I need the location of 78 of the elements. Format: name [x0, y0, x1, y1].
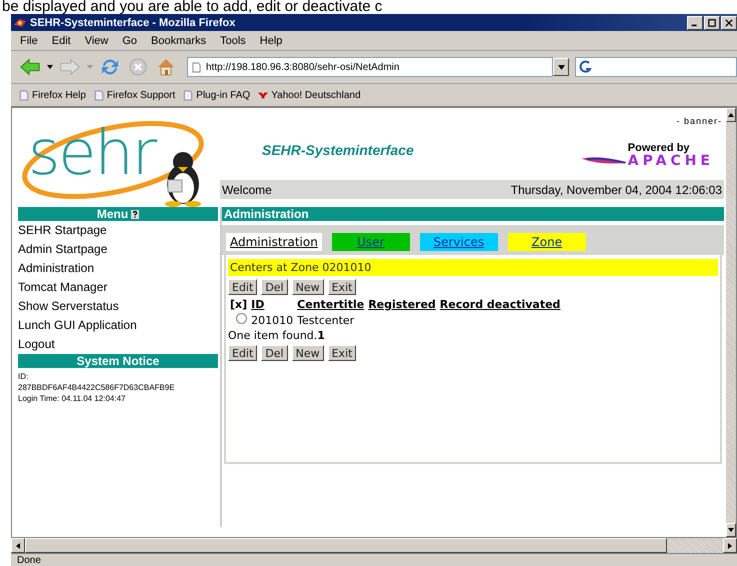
menu-link[interactable]: Tomcat Manager — [18, 278, 218, 297]
menu-link[interactable]: Lunch GUI Application — [18, 316, 218, 335]
column-header[interactable]: Record deactivated — [438, 297, 562, 312]
result-count: One item found.1 — [228, 329, 326, 342]
penguin-drawing — [165, 152, 201, 207]
action-button[interactable]: New — [292, 345, 324, 361]
help-icon[interactable] — [131, 210, 140, 218]
down-arrow-icon[interactable] — [728, 528, 734, 532]
y-logo-icon — [258, 90, 268, 100]
apache-logo: Powered by APACHE — [580, 142, 714, 168]
table-cell-text: Testcenter — [296, 312, 356, 328]
minimize-button[interactable] — [687, 16, 703, 30]
dropdown-button[interactable] — [553, 58, 569, 76]
page-icon — [19, 90, 29, 100]
column-header: [x] — [229, 297, 248, 312]
action-button[interactable]: Exit — [328, 345, 356, 361]
up-arrow-icon[interactable] — [728, 113, 734, 117]
action-button[interactable]: Edit — [228, 279, 258, 295]
address-field[interactable]: http://198.180.96.3:8080/sehr-osi/NetAdmin — [187, 57, 553, 77]
menu-item[interactable]: Edit — [44, 34, 78, 46]
date-time: Thursday, November 04, 2004 12:06:03 — [510, 182, 722, 196]
close-icon — [725, 18, 733, 26]
system-notice-header: System Notice — [18, 354, 218, 368]
menu-title: Menu — [96, 207, 128, 221]
page-icon — [94, 90, 104, 100]
column-header[interactable]: Centertitle — [295, 297, 366, 312]
page-icon — [192, 62, 201, 72]
action-button[interactable]: Edit — [228, 345, 258, 361]
menu-item[interactable]: File — [13, 34, 45, 46]
window-title: SEHR-Systeminterface - Mozilla Firefox — [30, 16, 236, 28]
maximize-icon — [708, 18, 716, 26]
menu-item[interactable]: Bookmarks — [144, 34, 214, 46]
menu-link[interactable]: Logout — [18, 335, 218, 354]
column-header[interactable]: ID — [249, 297, 296, 312]
banner-title: SEHR-Systeminterface — [262, 142, 414, 158]
search-field[interactable] — [575, 57, 737, 77]
login-time: Login Time: 04.11.04 12:04:47 — [18, 393, 126, 404]
bookmark-link[interactable]: Plug-in FAQ — [183, 90, 250, 100]
status-text: Done — [17, 555, 41, 566]
menu-link[interactable]: Admin Startpage — [18, 240, 218, 259]
right-arrow-icon[interactable] — [728, 542, 732, 548]
tab[interactable]: Zone — [508, 233, 586, 251]
action-button[interactable]: Del — [261, 279, 288, 295]
bookmark-link[interactable]: Firefox Support — [94, 90, 176, 100]
app-icon — [13, 16, 27, 28]
tab[interactable]: User — [332, 233, 410, 251]
bookmark-link[interactable]: Yahoo! Deutschland — [258, 90, 361, 100]
action-button[interactable]: New — [292, 279, 324, 295]
action-button[interactable]: Exit — [328, 279, 356, 295]
column-header[interactable]: Registered — [366, 297, 438, 312]
document-text: be displayed and you are able to add, edit or deactivate c — [1, 0, 384, 14]
maximize-button[interactable] — [704, 16, 720, 30]
dropdown-caret-icon[interactable] — [47, 65, 53, 69]
welcome-text: Welcome — [222, 182, 272, 196]
section-heading: Centers at Zone 0201010 — [228, 259, 718, 276]
action-button[interactable]: Del — [261, 345, 288, 361]
search-engine-icon — [579, 60, 593, 74]
back-arrow-icon[interactable] — [19, 57, 41, 77]
menu-link[interactable]: SEHR Startpage — [18, 221, 218, 240]
session-id: 287BBDF6AF4B4422C586F7D63CBAFB9E — [18, 382, 176, 393]
tab[interactable]: Administration — [226, 233, 322, 251]
menu-item[interactable]: Help — [252, 34, 290, 46]
panel-header: Administration — [222, 207, 724, 221]
menu-item[interactable]: Tools — [213, 34, 253, 46]
banner-label: - banner- — [676, 116, 722, 126]
table-cell-text: 201010 — [250, 312, 294, 328]
menu-item[interactable]: Go — [115, 34, 144, 46]
menu-item[interactable]: View — [78, 34, 116, 46]
menu-link[interactable]: Show Serverstatus — [18, 297, 218, 316]
caret-icon — [558, 64, 564, 70]
page-icon — [183, 90, 194, 100]
id-label: ID: — [18, 371, 30, 382]
menu-link[interactable]: Administration — [18, 259, 218, 278]
tab[interactable]: Services — [420, 233, 498, 251]
close-button[interactable] — [721, 16, 737, 30]
radio-button[interactable] — [236, 313, 247, 324]
bookmark-link[interactable]: Firefox Help — [19, 90, 86, 100]
left-arrow-icon[interactable] — [16, 542, 20, 548]
